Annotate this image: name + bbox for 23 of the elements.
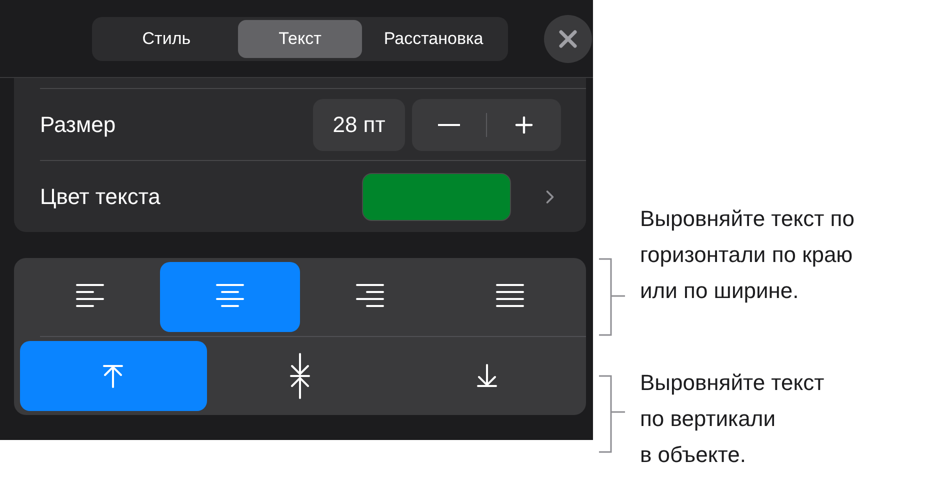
callout-text: по вертикали (640, 405, 777, 433)
align-top-icon (102, 364, 124, 388)
align-bottom-icon (476, 364, 498, 388)
vertical-align-button[interactable] (20, 341, 207, 411)
alignment-icon (216, 284, 244, 310)
callout-text: или по ширине. (640, 277, 800, 305)
alignment-icon (496, 284, 524, 310)
alignment-icon (356, 284, 384, 310)
tab[interactable]: Стиль (95, 20, 238, 58)
alignment-icon (76, 284, 104, 310)
callout-text: Выровняйте текст по (640, 205, 854, 233)
minus-icon (438, 124, 460, 126)
callout-text: в объекте. (640, 441, 747, 469)
text-color-label: Цвет текста (40, 184, 162, 210)
tab[interactable]: Расстановка (362, 20, 505, 58)
tab[interactable]: Текст (238, 20, 362, 58)
callout-text: Выровняйте текст (640, 369, 824, 397)
color-swatch[interactable] (362, 172, 511, 220)
align-middle-icon (289, 353, 311, 399)
size-label: Размер (40, 112, 117, 138)
callout-text: горизонтали по краю (640, 241, 854, 269)
size-field[interactable]: 28 пт (313, 98, 405, 150)
close-button[interactable] (544, 14, 592, 62)
